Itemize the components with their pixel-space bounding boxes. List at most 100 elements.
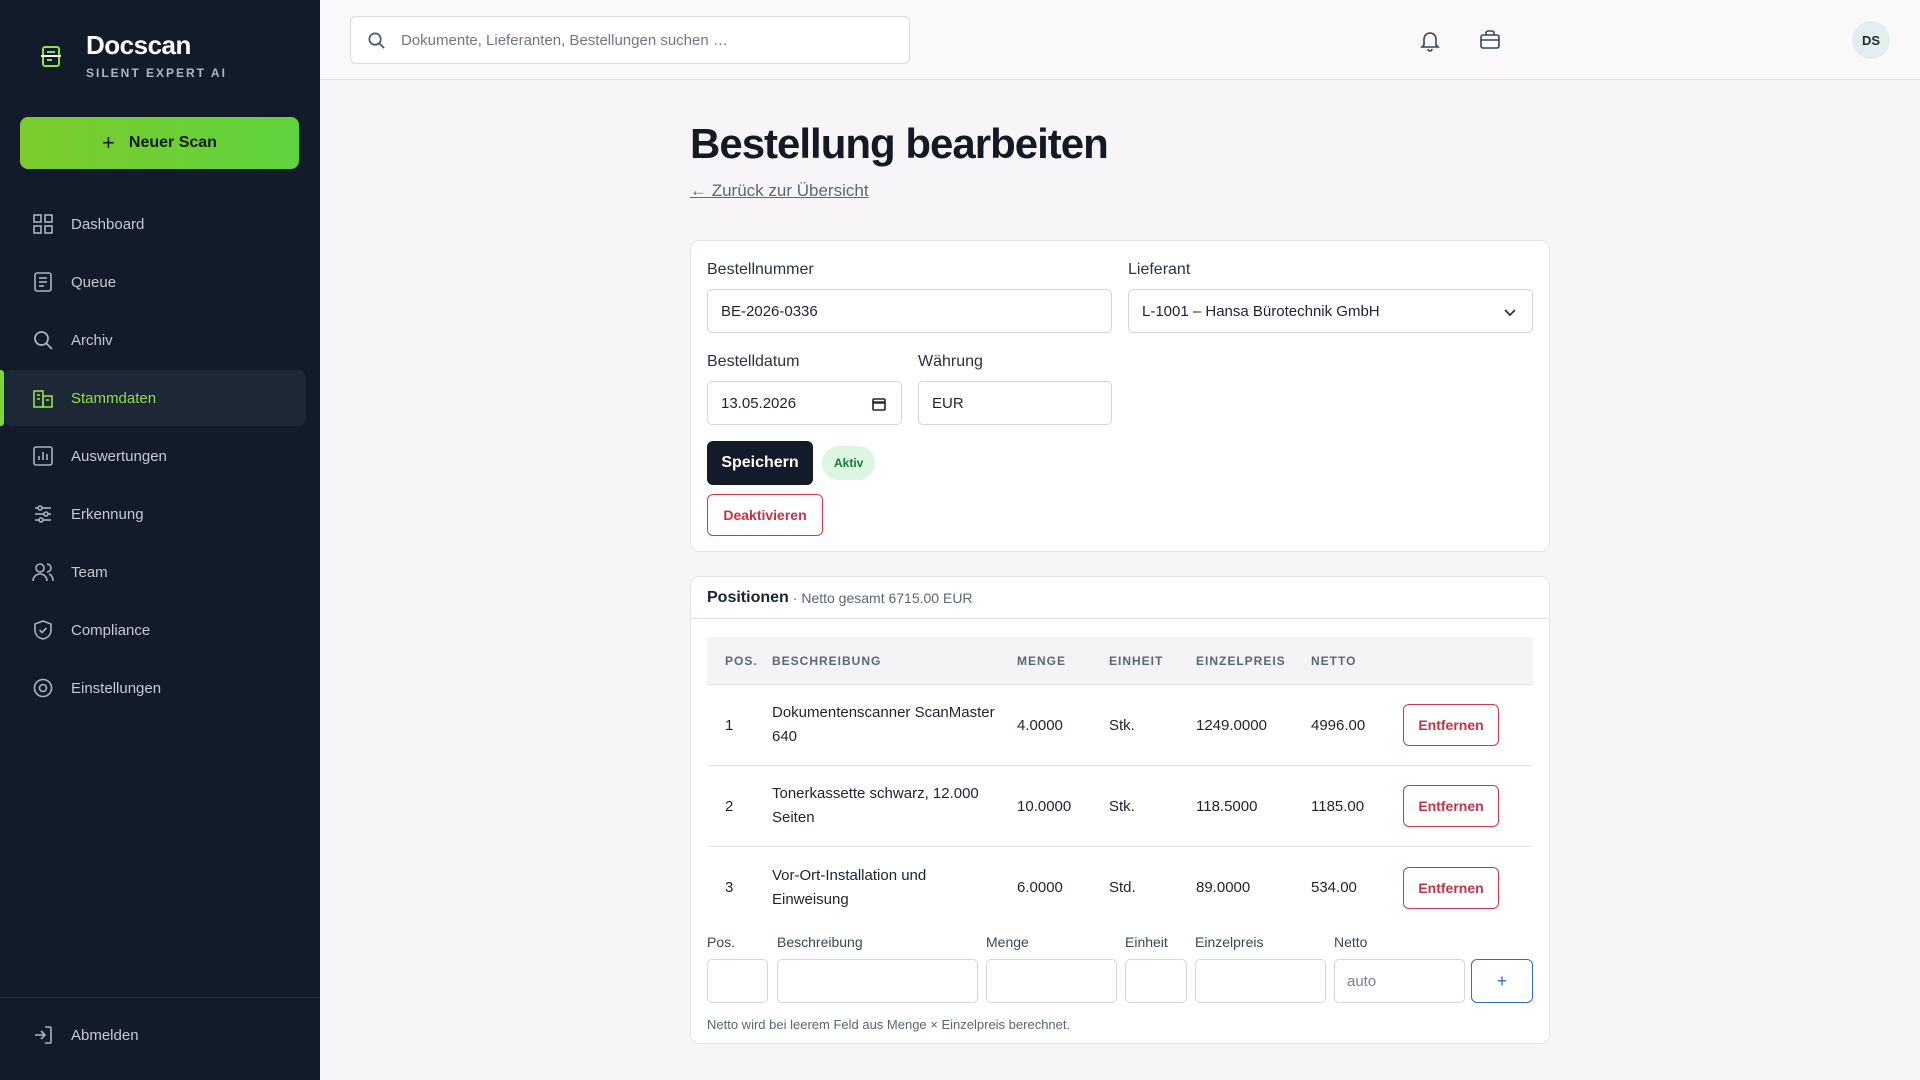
brand[interactable]: Docscan SILENT EXPERT AI [38,28,227,80]
remove-position-button[interactable]: Entfernen [1403,785,1499,827]
chevron-down-icon [1504,309,1516,317]
sidebar-item-erkennung[interactable]: Erkennung [4,486,306,542]
sidebar-item-label: Archiv [71,331,113,349]
column-header-net: NETTO [1311,653,1357,668]
grid-icon [33,214,53,234]
positions-net-total: · Netto gesamt 6715.00 EUR [792,589,973,606]
back-link[interactable]: ← Zurück zur Übersicht [690,181,869,201]
new-net-input[interactable] [1334,959,1465,1003]
new-unit-label: Einheit [1125,934,1168,950]
order-number-value: BE-2026-0336 [721,302,818,320]
new-description-label: Beschreibung [777,934,863,950]
order-form-card: Bestellnummer BE-2026-0336 Lieferant L-1… [690,240,1550,552]
user-avatar[interactable]: DS [1852,21,1890,59]
sidebar-item-compliance[interactable]: Compliance [4,602,306,658]
sidebar-item-label: Einstellungen [71,679,162,697]
bell-icon[interactable] [1418,28,1442,52]
column-header-description: BESCHREIBUNG [772,653,882,668]
sidebar-item-dashboard[interactable]: Dashboard [4,196,306,252]
calendar-icon[interactable] [871,396,887,412]
remove-position-button[interactable]: Entfernen [1403,866,1499,909]
logout-label: Abmelden [71,1026,139,1044]
sliders-icon [35,505,51,523]
cell-unit: Stk. [1109,716,1135,734]
deactivate-button[interactable]: Deaktivieren [707,494,823,536]
sidebar-divider [0,997,320,998]
new-quantity-label: Menge [986,934,1029,950]
new-description-input[interactable] [777,959,978,1003]
status-badge: Aktiv [822,446,876,480]
new-pos-label: Pos. [707,934,736,950]
table-row: 1 Dokumentenscanner ScanMaster 640 4.000… [707,685,1533,766]
sidebar-item-stammdaten[interactable]: Stammdaten [0,370,306,426]
net-hint-text: Netto wird bei leerem Feld aus Menge × E… [707,1017,1071,1032]
sidebar-item-queue[interactable]: Queue [4,254,306,310]
search-icon [368,32,385,49]
page-title: Bestellung bearbeiten [690,120,1109,167]
new-scan-button[interactable]: + Neuer Scan [20,117,299,169]
order-date-label: Bestelldatum [707,353,800,370]
cell-net: 534.00 [1311,879,1357,896]
list-icon [34,272,52,292]
sidebar-item-label: Auswertungen [71,447,167,465]
new-pos-input[interactable] [707,959,768,1003]
sidebar-item-label: Dashboard [71,215,145,233]
positions-table: POS. BESCHREIBUNG MENGE EINHEIT EINZELPR… [707,637,1533,928]
table-row: 2 Tonerkassette schwarz, 12.000 Seiten 1… [707,766,1533,847]
currency-input[interactable]: EUR [918,381,1112,425]
cell-actions: Entfernen [1403,866,1533,909]
column-header-unit-price: EINZELPREIS [1196,653,1286,668]
document-logo-icon [41,46,61,67]
order-number-input[interactable]: BE-2026-0336 [707,289,1112,333]
sidebar-item-label: Erkennung [71,505,144,523]
search-box [350,16,910,64]
gear-icon [33,678,53,698]
positions-title: Positionen [707,588,789,606]
brand-name: Docscan [86,30,191,60]
add-position-button[interactable]: + [1471,959,1533,1003]
topbar: DS [320,0,1920,80]
search-icon [34,331,53,350]
cell-pos: 3 [725,879,734,896]
sidebar-item-label: Team [71,563,108,581]
order-date-input[interactable]: 13.05.2026 [707,381,902,425]
save-button[interactable]: Speichern [707,441,813,485]
briefcase-icon[interactable] [1478,28,1502,52]
supplier-select[interactable]: L-1001 – Hansa Bürotechnik GmbH [1128,289,1533,333]
cell-quantity: 10.0000 [1017,797,1072,815]
sidebar-item-auswertungen[interactable]: Auswertungen [4,428,306,484]
sidebar-item-team[interactable]: Team [4,544,306,600]
new-net-label: Netto [1334,934,1368,950]
new-quantity-input[interactable] [986,959,1117,1003]
new-unit-price-label: Einzelpreis [1195,934,1264,950]
search-input[interactable] [401,17,901,63]
cell-description: Dokumentenscanner ScanMaster 640 [772,704,995,745]
cell-net: 1185.00 [1311,797,1365,815]
new-scan-label: Neuer Scan [128,134,217,151]
sidebar-item-label: Compliance [71,621,151,639]
column-header-unit: EINHEIT [1109,653,1164,668]
logout-button[interactable]: Abmelden [4,1007,306,1063]
new-unit-price-input[interactable] [1195,959,1326,1003]
cell-actions: Entfernen [1403,785,1533,827]
supplier-value: L-1001 – Hansa Bürotechnik GmbH [1142,302,1380,320]
sidebar-item-einstellungen[interactable]: Einstellungen [4,660,306,716]
bar-chart-icon [33,446,53,466]
cell-description: Tonerkassette schwarz, 12.000 Seiten [772,785,979,826]
plus-icon: + [102,130,115,155]
table-header: POS. BESCHREIBUNG MENGE EINHEIT EINZELPR… [707,637,1533,685]
remove-position-button[interactable]: Entfernen [1403,704,1499,746]
currency-label: Währung [918,353,983,370]
cell-unit: Std. [1109,879,1136,896]
positions-card: Positionen · Netto gesamt 6715.00 EUR PO… [690,576,1550,1044]
building-icon [33,390,53,408]
sidebar-item-label: Stammdaten [71,389,157,407]
new-unit-input[interactable] [1125,959,1187,1003]
cell-description: Vor-Ort-Installation und Einweisung [772,866,927,908]
positions-header: Positionen · Netto gesamt 6715.00 EUR [691,577,1549,619]
cell-quantity: 4.0000 [1017,716,1063,734]
sidebar: Docscan SILENT EXPERT AI + Neuer Scan Da… [0,0,320,1080]
currency-value: EUR [932,394,964,412]
cell-pos: 2 [725,797,734,815]
sidebar-item-archiv[interactable]: Archiv [4,312,306,368]
